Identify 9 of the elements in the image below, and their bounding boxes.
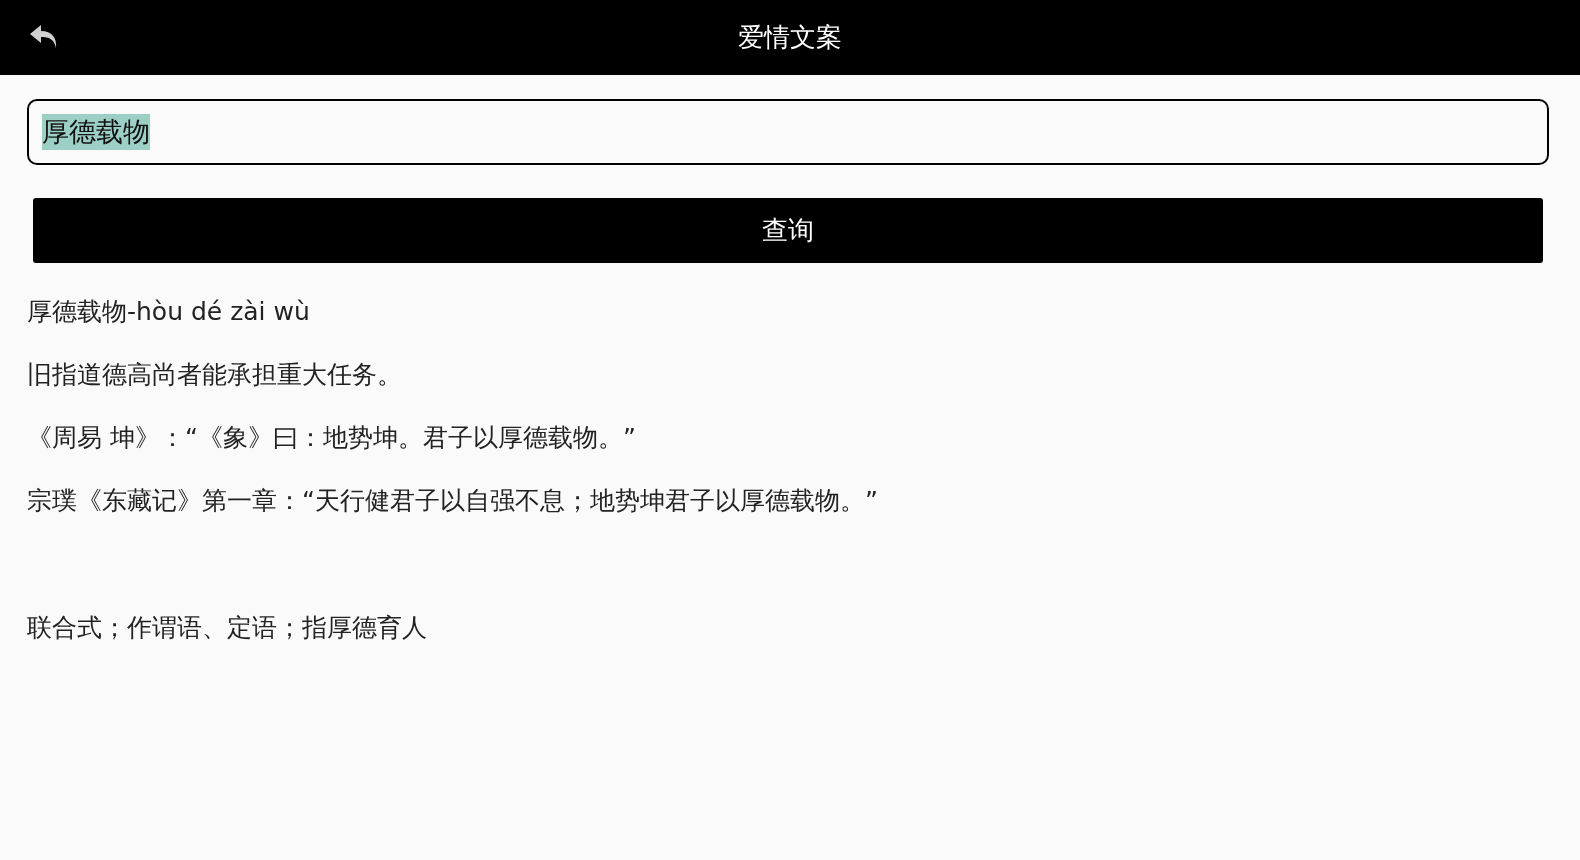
example-text: 宗璞《东藏记》第一章：“天行健君子以自强不息；地势坤君子以厚德载物。” bbox=[27, 485, 879, 517]
source-text: 《周易 坤》：“《象》曰：地势坤。君子以厚德载物。” bbox=[27, 422, 637, 454]
back-icon[interactable] bbox=[29, 24, 59, 50]
page-title: 爱情文案 bbox=[738, 21, 842, 54]
meaning-text: 旧指道德高尚者能承担重大任务。 bbox=[27, 359, 403, 391]
search-field[interactable]: 厚德载物 bbox=[27, 99, 1549, 165]
query-button[interactable]: 查询 bbox=[33, 198, 1543, 263]
usage-text: 联合式；作谓语、定语；指厚德育人 bbox=[27, 612, 428, 644]
idiom-heading: 厚德载物-hòu dé zài wù bbox=[27, 296, 311, 328]
